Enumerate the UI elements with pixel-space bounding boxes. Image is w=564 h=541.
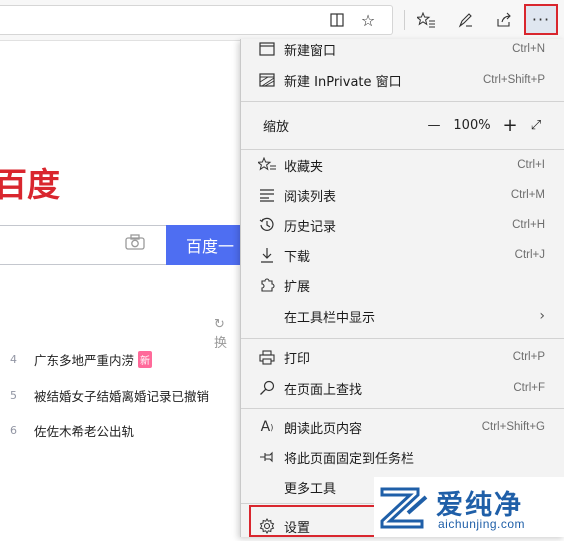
puzzle-icon [257,275,277,295]
menu-item-reading-list[interactable]: 阅读列表 Ctrl+M [241,180,564,210]
zoom-level: 100% [453,117,491,133]
menu-label: 在工具栏中显示 [284,310,376,326]
list-item[interactable]: 4 广东多地严重内涝 新 [10,349,153,369]
favorites-list-icon[interactable] [413,7,439,33]
menu-label: 打印 [284,351,311,367]
menu-divider [241,338,564,339]
menu-divider [241,101,564,102]
page-content: 百度 百度一 ↻ 换 4 广东多地严重内涝 新 5 被结婚女子结婚离婚记录已撤销… [0,41,246,537]
menu-label: 扩展 [284,279,311,295]
menu-shortcut: Ctrl+F [513,382,545,394]
menu-label: 将此页面固定到任务栏 [284,451,415,467]
menu-label: 阅读列表 [284,189,337,205]
chevron-right-icon: › [539,308,545,324]
menu-item-zoom: 缩放 — 100% + ⤢ [241,110,564,140]
hot-rank: 6 [10,423,17,437]
download-icon [257,245,277,265]
hot-title: 被结婚女子结婚离婚记录已撤销 [34,388,210,404]
baidu-logo: 百度 [0,165,60,204]
hot-title: 佐佐木希老公出轨 [34,423,135,439]
printer-icon [257,347,277,367]
hot-rank: 4 [10,352,17,366]
search-button[interactable]: 百度一 [166,225,246,265]
settings-highlight [249,505,376,537]
menu-item-pin-to-taskbar[interactable]: 将此页面固定到任务栏 [241,442,564,472]
favorite-star-icon[interactable]: ☆ [355,7,381,33]
new-window-icon [257,39,277,59]
more-icon[interactable]: ··· [524,4,558,35]
hot-title: 广东多地严重内涝 [34,352,135,368]
menu-shortcut: Ctrl+Shift+G [481,421,545,433]
menu-item-new-window[interactable]: 新建窗口 Ctrl+N [241,34,564,64]
menu-item-find[interactable]: 在页面上查找 Ctrl+F [241,373,564,403]
refresh-label: 换 [214,336,228,351]
menu-label: 新建 InPrivate 窗口 [284,74,402,90]
menu-shortcut: Ctrl+J [514,249,545,261]
menu-label: 历史记录 [284,219,337,235]
menu-divider [241,408,564,409]
zoom-out-button[interactable]: — [419,118,449,133]
share-icon[interactable] [491,7,517,33]
menu-label: 在页面上查找 [284,382,363,398]
menu-shortcut: Ctrl+N [512,43,545,55]
list-item[interactable]: 6 佐佐木希老公出轨 [10,420,134,440]
history-icon [257,215,277,235]
search-icon [257,378,277,398]
menu-item-extensions[interactable]: 扩展 [241,270,564,300]
camera-icon[interactable] [125,234,147,254]
menu-item-new-inprivate[interactable]: 新建 InPrivate 窗口 Ctrl+Shift+P [241,65,564,95]
menu-shortcut: Ctrl+Shift+P [483,74,545,86]
menu-item-downloads[interactable]: 下载 Ctrl+J [241,240,564,270]
menu-label: 缩放 [263,119,290,135]
reading-view-icon[interactable] [324,7,350,33]
read-aloud-icon: A) [260,419,274,435]
menu-item-favorites[interactable]: 收藏夹 Ctrl+I [241,150,564,180]
refresh-hot-list[interactable]: ↻ 换 [214,317,240,351]
inprivate-icon [257,70,277,90]
watermark-logo [380,487,428,529]
menu-label: 下载 [284,249,311,265]
menu-item-history[interactable]: 历史记录 Ctrl+H [241,210,564,240]
reading-list-icon [257,185,277,205]
zoom-in-button[interactable]: + [495,115,525,136]
menu-label: 收藏夹 [284,159,324,175]
pen-icon[interactable] [452,7,478,33]
menu-label: 朗读此页内容 [284,421,363,437]
pin-icon [257,447,277,467]
menu-shortcut: Ctrl+H [512,219,545,231]
menu-item-print[interactable]: 打印 Ctrl+P [241,342,564,372]
menu-item-read-aloud[interactable]: A) 朗读此页内容 Ctrl+Shift+G [241,412,564,442]
menu-shortcut: Ctrl+M [510,189,545,201]
menu-label: 更多工具 [284,481,337,497]
toolbar-divider [404,10,405,30]
zoom-controls: — 100% + ⤢ [419,115,547,136]
menu-shortcut: Ctrl+P [512,351,545,363]
fullscreen-icon[interactable]: ⤢ [525,118,547,133]
refresh-icon: ↻ [214,317,225,332]
favorites-icon [257,155,277,175]
menu-item-show-in-toolbar[interactable]: 在工具栏中显示 › [241,301,564,331]
watermark-url: aichunjing.com [438,517,526,531]
list-item[interactable]: 5 被结婚女子结婚离婚记录已撤销 [10,385,209,405]
watermark: 爱纯净 aichunjing.com [374,477,564,537]
menu-shortcut: Ctrl+I [517,159,545,171]
hot-rank: 5 [10,388,17,402]
menu-label: 新建窗口 [284,43,337,59]
new-badge: 新 [138,350,153,368]
settings-and-more-menu: 新建窗口 Ctrl+N 新建 InPrivate 窗口 Ctrl+Shift+P… [240,39,564,537]
